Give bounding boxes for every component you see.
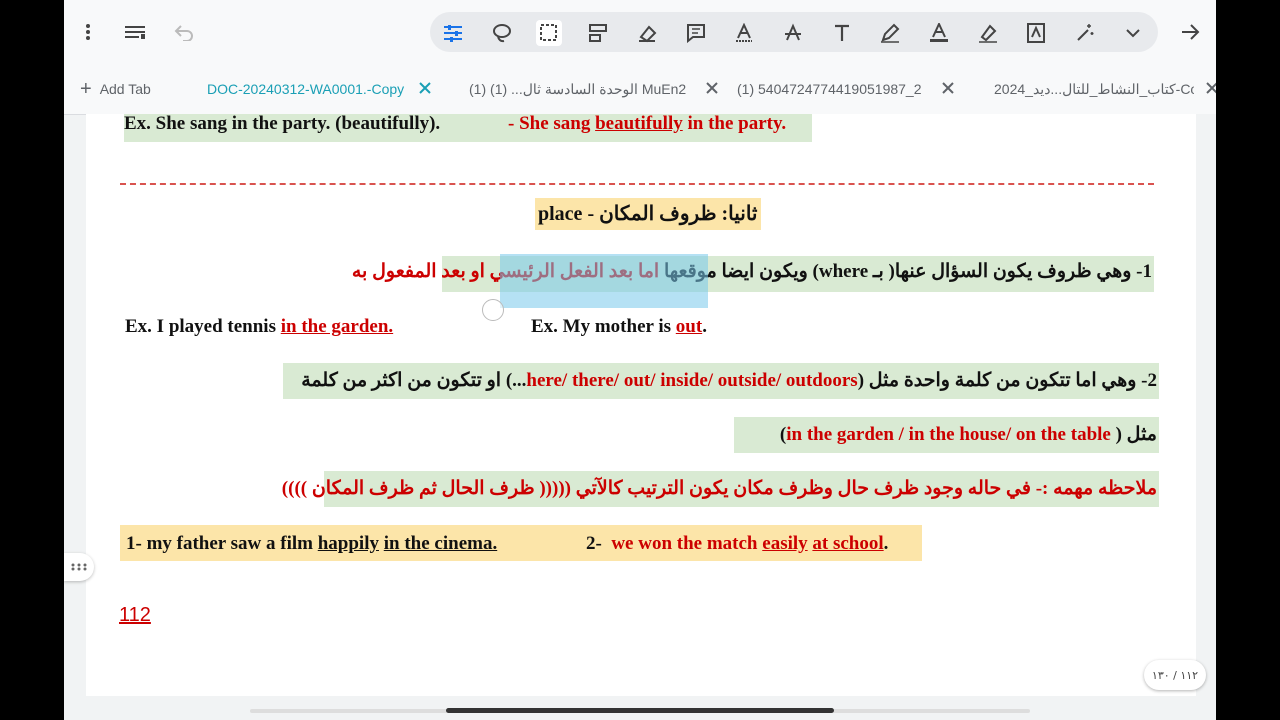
eraser-icon[interactable]	[634, 20, 660, 46]
document-page: Ex. She sang in the party. (beautifully)…	[86, 114, 1196, 696]
close-tab-icon[interactable]	[940, 80, 956, 96]
close-tab-icon[interactable]	[1204, 80, 1216, 96]
tab-activity-book[interactable]: كتاب_النشاط_للتال...ديد_2024-Copy	[994, 64, 1194, 114]
example-answer: - She sang beautifully in the party.	[508, 113, 787, 134]
shape-icon[interactable]	[585, 20, 611, 46]
magic-wand-icon[interactable]	[1072, 20, 1098, 46]
side-panel-handle[interactable]	[64, 553, 94, 581]
lasso-icon[interactable]	[489, 20, 515, 46]
example-line-3: Ex. My mother is out.	[531, 316, 707, 337]
example-line-2: Ex. I played tennis in the garden.	[125, 316, 394, 337]
top-toolbar	[64, 0, 1216, 64]
tab-label: الوحدة السادسة ثال... (1) (1) MuEn2	[469, 80, 687, 97]
examples-line: 1- my father saw a film happily in the c…	[120, 525, 922, 561]
tab-5404724774419051987[interactable]: (1) 5404724774419051987_2	[737, 64, 922, 114]
example-text: Ex. She sang in the party. (beautifully)…	[124, 113, 441, 134]
add-tab-label: Add Tab	[99, 81, 151, 97]
highlighter-icon[interactable]	[975, 20, 1001, 46]
undo-icon[interactable]	[170, 18, 198, 46]
horizontal-scroll-thumb[interactable]	[446, 708, 834, 713]
touch-cursor	[482, 299, 504, 321]
image-text-icon[interactable]	[1023, 20, 1049, 46]
text-underline-icon[interactable]	[731, 20, 757, 46]
list-menu-icon[interactable]	[122, 18, 150, 46]
pen-icon[interactable]	[877, 20, 903, 46]
tab-label: كتاب_النشاط_للتال...ديد_2024-Copy	[994, 80, 1194, 97]
tab-label: (1) 5404724774419051987_2	[737, 81, 922, 97]
close-tab-icon[interactable]	[704, 80, 720, 96]
document-tabs: + Add Tab DOC-20240312-WA0001.-Copy الوح…	[64, 64, 1216, 115]
example-2: 2- we won the match easily at school.	[586, 533, 889, 554]
text-strike-icon[interactable]	[780, 20, 806, 46]
tab-unit-six[interactable]: الوحدة السادسة ثال... (1) (1) MuEn2	[469, 64, 699, 114]
comment-icon[interactable]	[683, 20, 709, 46]
drag-handle-icon	[71, 563, 87, 571]
add-tab-button[interactable]: + Add Tab	[80, 64, 151, 114]
rule-1-text: 1- وهي ظروف يكون السؤال عنها( بـ where) …	[351, 261, 1152, 282]
tab-doc-20240312[interactable]: DOC-20240312-WA0001.-Copy	[207, 64, 404, 114]
text-icon[interactable]	[829, 20, 855, 46]
section-heading-place: ثانيا: ظروف المكان - place	[535, 198, 761, 230]
page-counter[interactable]: ١١٢ / ١٣٠	[1144, 660, 1206, 690]
rule-2-text-2: مثل ( in the garden / in the house/ on t…	[779, 424, 1157, 445]
rule-2-text: 2- وهي اما تتكون من كلمة واحدة مثل (here…	[301, 370, 1157, 391]
note-text: ملاحظه مهمه :- في حاله وجود ظرف حال وظرف…	[281, 478, 1157, 499]
more-vert-icon[interactable]	[74, 18, 102, 46]
arrow-forward-icon[interactable]	[1177, 18, 1205, 46]
tune-icon[interactable]	[440, 20, 466, 46]
important-note: ملاحظه مهمه :- في حاله وجود ظرف حال وظرف…	[282, 471, 1159, 507]
rule-2-line-2: مثل ( in the garden / in the house/ on t…	[734, 417, 1159, 453]
annotation-tools	[430, 12, 1158, 52]
close-tab-icon[interactable]	[417, 80, 433, 96]
select-rect-icon[interactable]	[536, 20, 562, 46]
text-selection-highlight	[500, 254, 708, 308]
right-margin	[1196, 114, 1216, 720]
tab-label: DOC-20240312-WA0001.-Copy	[207, 81, 405, 97]
chevron-down-icon[interactable]	[1120, 20, 1146, 46]
example-1: 1- my father saw a film happily in the c…	[126, 533, 498, 554]
plus-icon: +	[80, 77, 92, 100]
rule-2-line-1: 2- وهي اما تتكون من كلمة واحدة مثل (here…	[283, 363, 1159, 399]
text-color-icon[interactable]	[926, 20, 952, 46]
example-line-1: Ex. She sang in the party. (beautifully)…	[124, 114, 812, 142]
page-number-link[interactable]: 112	[119, 604, 151, 627]
dashed-separator	[120, 183, 1154, 185]
pdf-editor-app: + Add Tab DOC-20240312-WA0001.-Copy الوح…	[64, 0, 1216, 720]
